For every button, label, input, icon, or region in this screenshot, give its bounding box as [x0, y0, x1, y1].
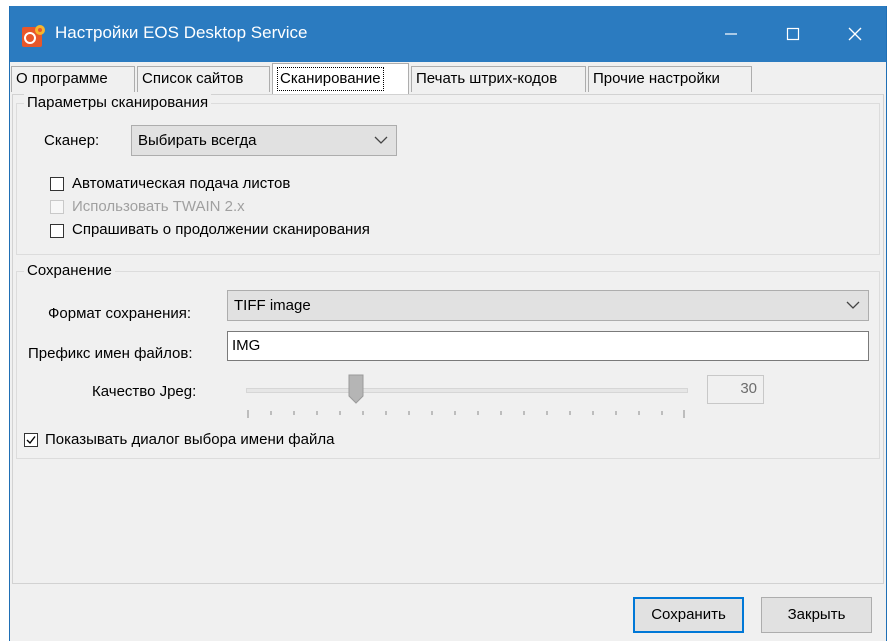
tab-scanning[interactable]: Сканирование: [272, 63, 409, 95]
maximize-icon: [786, 27, 800, 41]
quality-value: 30: [740, 380, 757, 397]
prefix-input-value: IMG: [232, 337, 261, 354]
auto-feed-label: Автоматическая подача листов: [72, 175, 291, 192]
scan-parameters-title: Параметры сканирования: [24, 94, 212, 111]
tab-label: Прочие настройки: [593, 70, 720, 87]
show-dialog-checkbox[interactable]: [24, 433, 38, 447]
ask-continue-checkbox[interactable]: [50, 224, 64, 238]
tab-about[interactable]: О программе: [11, 66, 135, 92]
scanner-select[interactable]: Выбирать всегда: [131, 125, 397, 156]
format-label: Формат сохранения:: [48, 305, 192, 322]
quality-value-box: 30: [707, 375, 764, 404]
checkmark-icon: [26, 436, 36, 445]
maximize-button[interactable]: [762, 6, 824, 62]
format-select[interactable]: TIFF image: [227, 290, 869, 321]
ask-continue-label: Спрашивать о продолжении сканирования: [72, 221, 370, 238]
app-gear-icon: [22, 25, 45, 47]
scanner-select-value: Выбирать всегда: [138, 132, 257, 149]
close-icon: [848, 27, 862, 41]
tab-label: О программе: [16, 70, 108, 87]
minimize-button[interactable]: [700, 6, 762, 62]
title-bar[interactable]: Настройки EOS Desktop Service: [10, 6, 886, 62]
save-group-title: Сохранение: [24, 262, 115, 279]
auto-feed-checkbox[interactable]: [50, 177, 64, 191]
close-window-button[interactable]: [824, 6, 886, 62]
window-title: Настройки EOS Desktop Service: [55, 23, 308, 42]
quality-label: Качество Jpeg:: [92, 383, 197, 400]
format-select-value: TIFF image: [234, 297, 311, 314]
quality-slider-track[interactable]: [246, 388, 688, 393]
chevron-down-icon: [374, 136, 388, 144]
tab-label: Список сайтов: [142, 70, 244, 87]
tab-other-settings[interactable]: Прочие настройки: [588, 66, 752, 92]
settings-window: Настройки EOS Desktop Service О программ…: [9, 6, 887, 641]
save-button[interactable]: Сохранить: [633, 597, 744, 633]
close-button-label: Закрыть: [787, 606, 846, 623]
quality-slider-thumb[interactable]: [348, 374, 364, 404]
quality-slider-ticks: [247, 410, 685, 418]
minimize-icon: [725, 33, 737, 35]
close-button[interactable]: Закрыть: [761, 597, 872, 633]
show-dialog-label: Показывать диалог выбора имени файла: [45, 431, 335, 448]
chevron-down-icon: [846, 301, 860, 309]
prefix-label: Префикс имен файлов:: [28, 345, 193, 362]
tab-barcode-printing[interactable]: Печать штрих-кодов: [411, 66, 586, 92]
scanner-label: Сканер:: [44, 132, 100, 149]
tab-sites[interactable]: Список сайтов: [137, 66, 270, 92]
tab-label: Сканирование: [277, 67, 384, 91]
save-button-label: Сохранить: [651, 606, 726, 623]
twain2-label: Использовать TWAIN 2.x: [72, 198, 245, 215]
prefix-input[interactable]: IMG: [227, 331, 869, 361]
twain2-checkbox: [50, 200, 64, 214]
tab-label: Печать штрих-кодов: [416, 70, 558, 87]
